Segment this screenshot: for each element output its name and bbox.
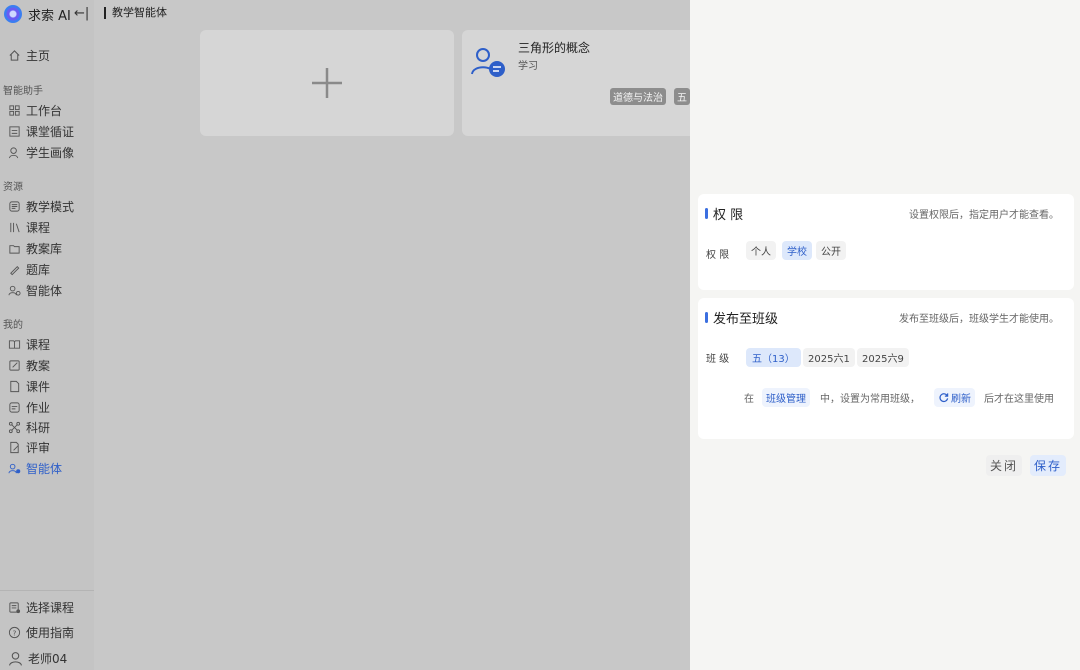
sidebar-item-my-homework[interactable]: 作业 bbox=[8, 398, 50, 416]
agent-tag: 五 bbox=[674, 88, 690, 105]
sidebar-item-label: 课程 bbox=[26, 337, 51, 352]
pen-icon bbox=[10, 265, 20, 275]
svg-text:?: ? bbox=[13, 628, 17, 637]
review-icon bbox=[10, 441, 19, 453]
sidebar-item-workbench[interactable]: 工作台 bbox=[8, 101, 62, 119]
sidebar-item-resource-course[interactable]: 课程 bbox=[8, 218, 50, 236]
grid-icon bbox=[9, 104, 20, 116]
book-icon bbox=[8, 339, 21, 349]
permission-label: 权 限 bbox=[706, 250, 730, 261]
class-option-5-13[interactable]: 五（13） bbox=[746, 348, 801, 367]
sidebar-item-label: 使用指南 bbox=[26, 625, 75, 640]
permission-section: 权 限 设置权限后，指定用户才能查看。 权 限 个人 学校 公开 bbox=[698, 194, 1074, 290]
class-label: 班 级 bbox=[706, 354, 730, 365]
sidebar-item-guide[interactable]: ? 使用指南 bbox=[8, 623, 74, 641]
agent-icon bbox=[8, 463, 21, 473]
publish-description: 发布至班级后，班级学生才能使用。 bbox=[899, 314, 1059, 325]
sidebar-item-my-research[interactable]: 科研 bbox=[8, 418, 50, 436]
sidebar-item-label: 科研 bbox=[26, 420, 51, 435]
nav-group-assistant: 智能助手 bbox=[3, 86, 43, 97]
user-menu[interactable]: 老师04 bbox=[8, 649, 67, 667]
sidebar-item-question-bank[interactable]: 题库 bbox=[8, 260, 50, 278]
research-icon bbox=[8, 421, 21, 433]
brand[interactable]: 求索 AI bbox=[4, 4, 71, 24]
refresh-label: 刷新 bbox=[951, 394, 971, 405]
hint-middle: 中，设置为常用班级， bbox=[820, 394, 920, 405]
refresh-icon bbox=[939, 393, 949, 403]
sidebar-item-label: 选择课程 bbox=[26, 600, 75, 615]
sidebar-item-my-review[interactable]: 评审 bbox=[8, 438, 50, 456]
sidebar-item-label: 题库 bbox=[26, 262, 51, 277]
user-profile-icon bbox=[8, 146, 19, 158]
select-list-icon bbox=[9, 601, 21, 613]
sidebar-item-label: 课程 bbox=[26, 220, 51, 235]
sidebar-item-student-profile[interactable]: 学生画像 bbox=[8, 143, 74, 161]
logo-icon bbox=[4, 5, 22, 23]
sidebar-item-label: 教学模式 bbox=[26, 199, 75, 214]
agent-icon bbox=[8, 285, 21, 296]
agent-title: 三角形的概念 bbox=[518, 41, 591, 55]
sidebar-item-label: 主页 bbox=[26, 48, 51, 63]
permission-title: 权 限 bbox=[705, 204, 743, 223]
brand-name: 求索 AI bbox=[28, 8, 71, 24]
collapse-sidebar-icon[interactable]: ←| bbox=[74, 6, 89, 21]
add-agent-card[interactable] bbox=[200, 30, 454, 136]
sidebar-item-label: 学生画像 bbox=[26, 145, 75, 160]
user-icon bbox=[9, 651, 22, 666]
class-option-2025-6-1[interactable]: 2025六1 bbox=[803, 348, 855, 367]
sidebar-item-resource-agent[interactable]: 智能体 bbox=[8, 281, 62, 299]
sidebar-item-label: 智能体 bbox=[26, 283, 63, 298]
sidebar-divider bbox=[0, 590, 94, 591]
sidebar-item-label: 教案库 bbox=[26, 241, 63, 256]
sidebar-item-label: 智能体 bbox=[26, 461, 63, 476]
publish-title: 发布至班级 bbox=[705, 308, 778, 327]
sidebar-item-label: 教案 bbox=[26, 358, 51, 373]
publish-section: 发布至班级 发布至班级后，班级学生才能使用。 班 级 五（13） 2025六1 … bbox=[698, 298, 1074, 439]
classroom-icon bbox=[9, 125, 20, 137]
home-icon bbox=[9, 49, 20, 61]
sidebar-item-label: 作业 bbox=[26, 400, 51, 415]
permission-description: 设置权限后，指定用户才能查看。 bbox=[909, 210, 1059, 221]
save-button[interactable]: 保存 bbox=[1030, 455, 1067, 476]
nav-group-mine: 我的 bbox=[3, 320, 23, 331]
settings-drawer: 权 限 设置权限后，指定用户才能查看。 权 限 个人 学校 公开 发布至班级 发… bbox=[690, 0, 1080, 670]
list-icon bbox=[9, 200, 20, 212]
agent-tag: 道德与法治 bbox=[610, 88, 666, 105]
sidebar-item-my-agent[interactable]: 智能体 bbox=[8, 459, 62, 477]
help-icon: ? bbox=[8, 626, 21, 638]
folder-icon bbox=[9, 244, 20, 254]
permission-option-public[interactable]: 公开 bbox=[816, 241, 846, 260]
class-management-link[interactable]: 班级管理 bbox=[762, 388, 810, 407]
sidebar: 求索 AI ←| 主页 智能助手 工作台 课堂循证 学生画像 资源 教学模式 课… bbox=[0, 0, 94, 670]
permission-option-personal[interactable]: 个人 bbox=[746, 241, 776, 260]
user-name: 老师04 bbox=[28, 651, 68, 666]
sidebar-item-lesson-library[interactable]: 教案库 bbox=[8, 239, 62, 257]
agent-card[interactable]: 三角形的概念 学习 道德与法治 五 bbox=[462, 30, 702, 136]
nav-group-resources: 资源 bbox=[3, 182, 23, 193]
sidebar-item-select-course[interactable]: 选择课程 bbox=[8, 598, 74, 616]
homework-icon bbox=[9, 401, 20, 413]
library-icon bbox=[10, 222, 20, 232]
edit-icon bbox=[9, 359, 20, 371]
sidebar-item-classroom-evidence[interactable]: 课堂循证 bbox=[8, 122, 74, 140]
plus-icon bbox=[312, 68, 342, 98]
sidebar-item-my-lesson[interactable]: 教案 bbox=[8, 356, 50, 374]
sidebar-item-label: 工作台 bbox=[26, 103, 63, 118]
class-option-2025-6-9[interactable]: 2025六9 bbox=[857, 348, 909, 367]
agent-avatar-icon bbox=[471, 48, 505, 77]
hint-prefix: 在 bbox=[744, 394, 754, 405]
sidebar-item-my-course[interactable]: 课程 bbox=[8, 335, 50, 353]
agent-subtitle: 学习 bbox=[518, 61, 538, 72]
sidebar-item-label: 课件 bbox=[26, 379, 51, 394]
sidebar-item-teaching-mode[interactable]: 教学模式 bbox=[8, 197, 74, 215]
file-icon bbox=[10, 380, 20, 392]
sidebar-item-home[interactable]: 主页 bbox=[8, 46, 50, 64]
sidebar-item-label: 课堂循证 bbox=[26, 124, 75, 139]
refresh-button[interactable]: 刷新 bbox=[934, 388, 975, 407]
permission-option-school[interactable]: 学校 bbox=[782, 241, 812, 260]
close-button[interactable]: 关闭 bbox=[986, 455, 1023, 476]
hint-suffix: 后才在这里使用 bbox=[984, 394, 1054, 405]
sidebar-item-my-slides[interactable]: 课件 bbox=[8, 377, 50, 395]
sidebar-item-label: 评审 bbox=[26, 440, 51, 455]
